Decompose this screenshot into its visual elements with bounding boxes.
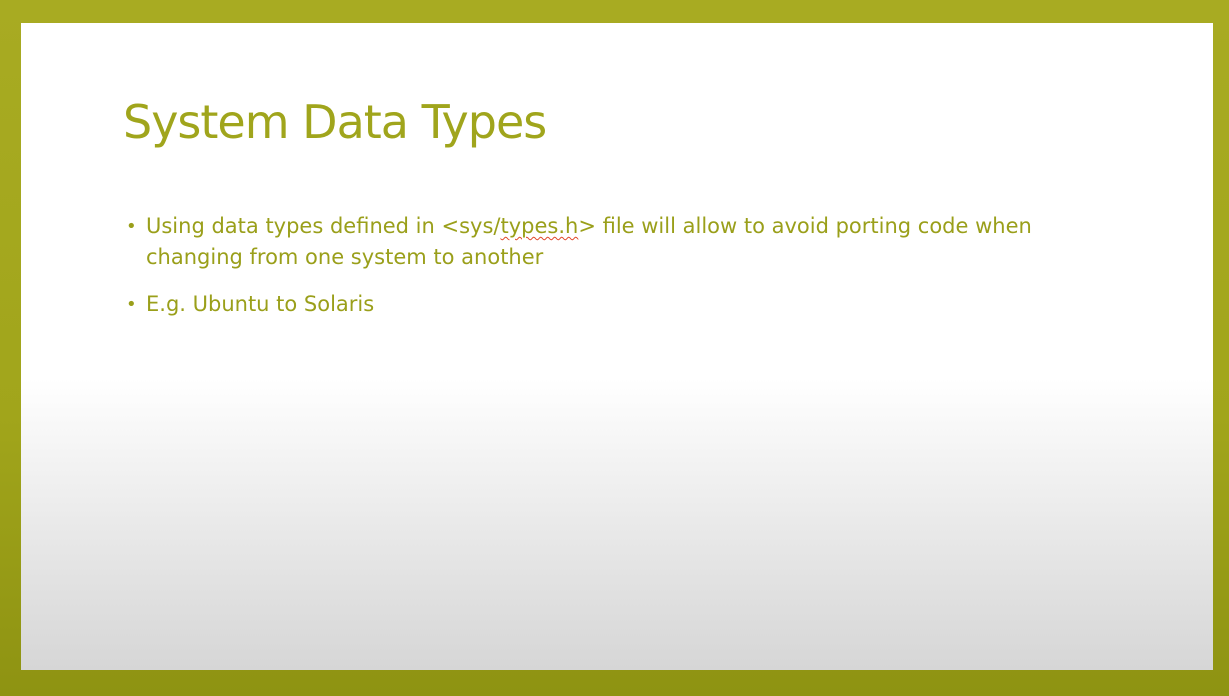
spellcheck-marked-word: types.h <box>500 214 579 238</box>
bullet-dot-icon: • <box>126 294 137 315</box>
bullet-dot-icon: • <box>126 216 137 237</box>
bullet-text: E.g. Ubuntu to Solaris <box>146 292 375 316</box>
bullet-text-part: Using data types defined in <sys/ <box>146 214 501 238</box>
bullet-item: • E.g. Ubuntu to Solaris <box>126 289 1086 320</box>
bullet-list: • Using data types defined in <sys/types… <box>126 211 1086 336</box>
bullet-item: • Using data types defined in <sys/types… <box>126 211 1086 273</box>
slide-title: System Data Types <box>123 95 547 149</box>
slide-canvas: System Data Types • Using data types def… <box>21 23 1213 670</box>
